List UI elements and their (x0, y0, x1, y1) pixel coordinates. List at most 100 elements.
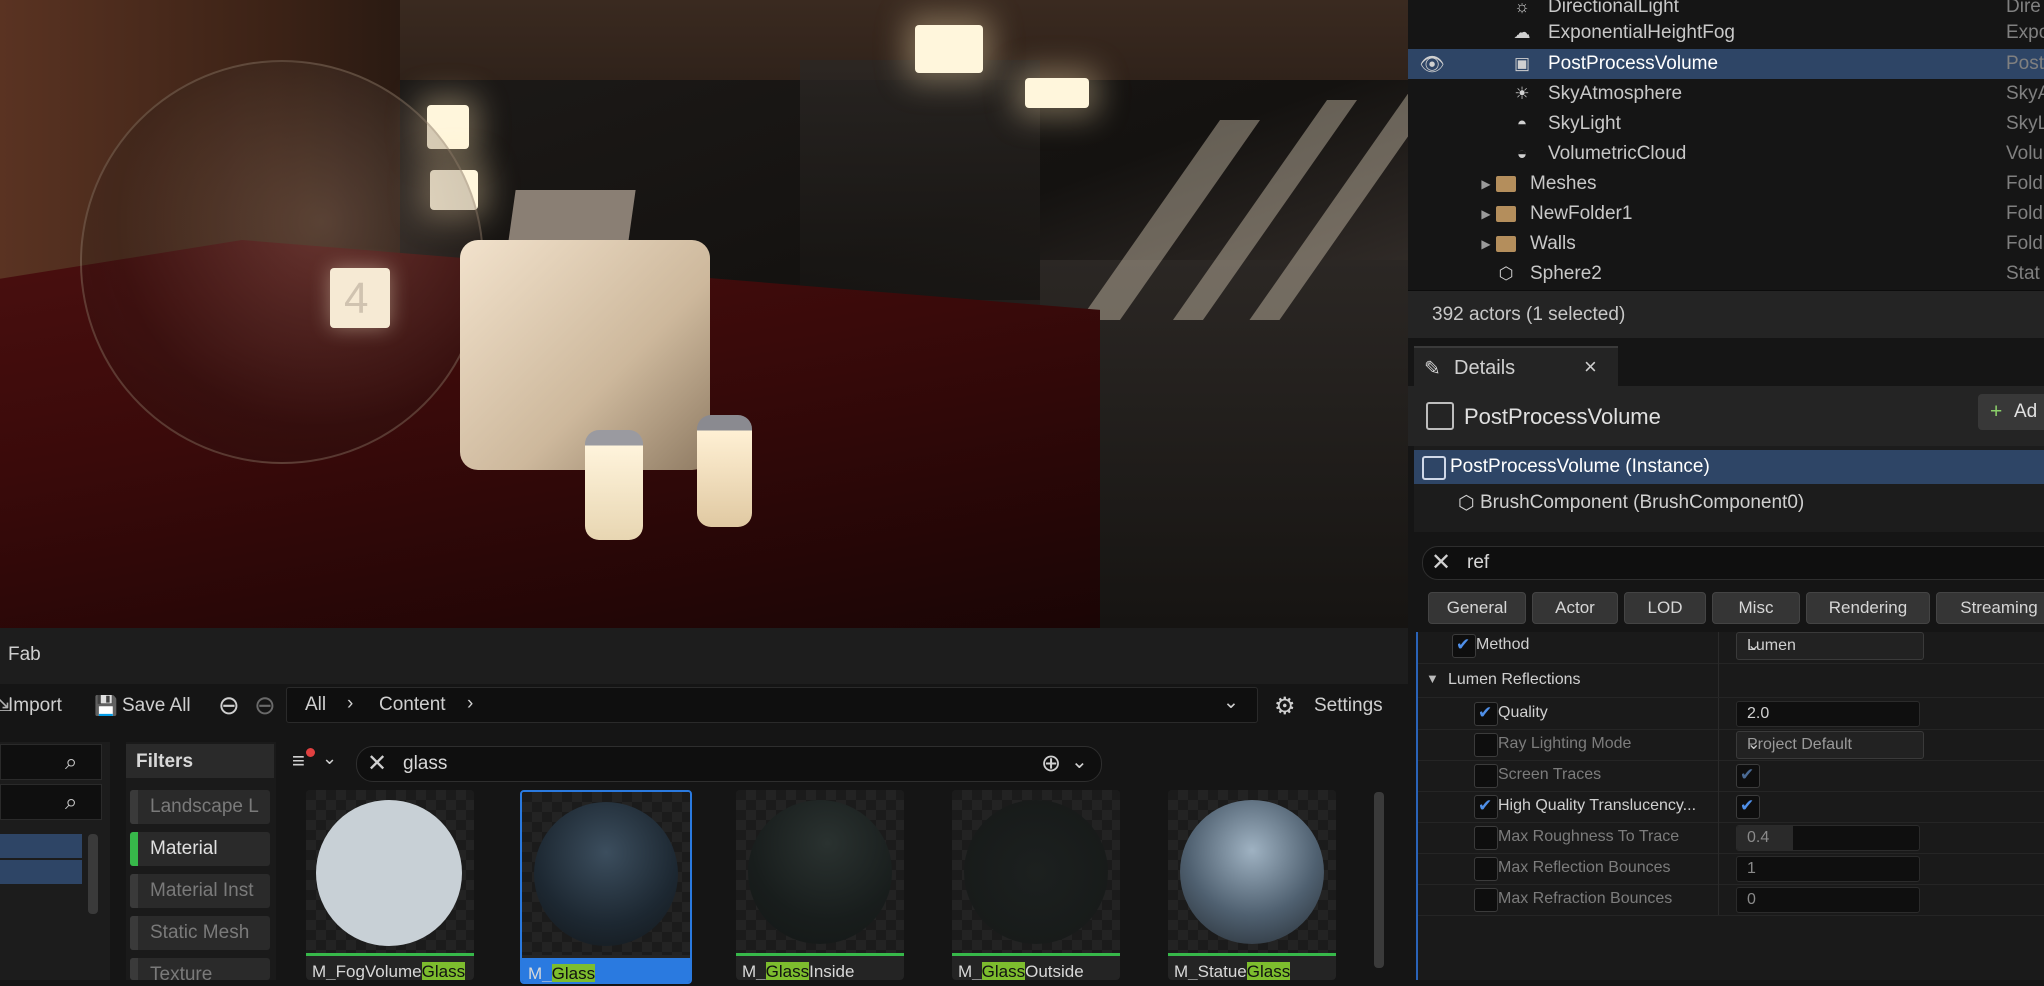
sources-search[interactable]: ⌕ (0, 744, 102, 780)
add-filter-icon[interactable]: ⊕ (1041, 749, 1061, 778)
expand-arrow-icon[interactable]: ▶ (1476, 174, 1496, 194)
filter-item-active[interactable]: Material (130, 832, 270, 866)
asset-search-input[interactable]: glass (403, 753, 447, 775)
outliner-row[interactable]: ◒ VolumetricCloud Volu (1408, 139, 2044, 169)
add-component-button[interactable]: + Ad (1978, 394, 2044, 430)
chevron-down-icon[interactable]: ⌄ (1223, 691, 1239, 714)
ray-lighting-override-checkbox[interactable] (1474, 733, 1498, 757)
filter-item[interactable]: Material Inst (130, 874, 270, 908)
chevron-down-icon[interactable]: ⌄ (1071, 749, 1088, 774)
expand-arrow-icon[interactable]: ▶ (1476, 204, 1496, 224)
method-dropdown[interactable]: Lumen ⌄ (1736, 632, 1924, 660)
pencil-icon: ✎ (1424, 358, 1441, 380)
asset-search[interactable]: ✕ glass ⊕ ⌄ (356, 746, 1102, 782)
outliner-row[interactable]: ☀ SkyAtmosphere SkyA (1408, 79, 2044, 109)
max-roughness-override-checkbox[interactable] (1474, 826, 1498, 850)
outliner-row[interactable]: ☁ ExponentialHeightFog Expo (1408, 18, 2044, 48)
asset-name: M_StatueGlass (1174, 962, 1291, 980)
material-preview-sphere (534, 802, 678, 946)
property-row-max-roughness: Max Roughness To Trace 0.4 (1418, 822, 2044, 854)
max-refraction-override-checkbox[interactable] (1474, 888, 1498, 912)
sky-atmosphere-icon: ☀ (1514, 84, 1530, 103)
collapse-arrow-icon: ▼ (1426, 671, 1439, 686)
outliner-row[interactable]: ◓ SkyLight SkyL (1408, 109, 2044, 139)
filter-lod-button[interactable]: LOD (1624, 592, 1706, 624)
asset-tile[interactable]: M_FogVolumeGlass (306, 790, 474, 980)
settings-button[interactable]: Settings (1314, 695, 1383, 717)
filter-item[interactable]: Texture (130, 958, 270, 985)
max-reflection-bounces-input[interactable]: 1 (1736, 856, 1920, 882)
asset-tile[interactable]: M_GlassOutside (952, 790, 1120, 980)
filter-general-button[interactable]: General (1428, 592, 1526, 624)
filter-streaming-button[interactable]: Streaming (1936, 592, 2044, 624)
clear-search-icon[interactable]: ✕ (367, 749, 387, 778)
collections-search[interactable]: ⌕ (0, 784, 102, 820)
method-override-checkbox[interactable] (1452, 634, 1476, 658)
details-search-input[interactable]: ref (1467, 552, 1489, 574)
candle-light (915, 25, 983, 73)
filter-active-dot (306, 748, 315, 757)
postprocess-icon (1426, 402, 1454, 430)
property-row-max-reflection-bounces: Max Reflection Bounces 1 (1418, 853, 2044, 885)
outliner-row[interactable]: ⬡ Sphere2 Stat (1408, 259, 2044, 289)
section-header[interactable]: ▼ Lumen Reflections (1418, 663, 2044, 698)
import-button[interactable]: Import (8, 695, 62, 717)
pepper-shaker (697, 415, 752, 527)
material-preview-sphere (748, 800, 892, 944)
outliner-row[interactable]: ▶ Meshes Fold (1408, 169, 2044, 199)
sun-icon: ☼ (1514, 0, 1530, 16)
details-search[interactable]: ✕ ref (1422, 546, 2044, 580)
salt-shaker (585, 430, 643, 540)
breadcrumb-separator-icon: › (467, 693, 474, 714)
ray-lighting-dropdown[interactable]: Project Default ⌄ (1736, 731, 1924, 759)
level-viewport[interactable]: 4 (0, 0, 1408, 628)
hq-translucency-override-checkbox[interactable] (1474, 795, 1498, 819)
chevron-down-icon[interactable]: ⌄ (322, 748, 337, 769)
max-reflection-override-checkbox[interactable] (1474, 857, 1498, 881)
filter-rendering-button[interactable]: Rendering (1806, 592, 1930, 624)
table-number-card: 4 (330, 268, 390, 328)
property-list: Method Lumen⌄ ▼ Lumen Reflections Qualit… (1416, 632, 2044, 980)
tab-fab[interactable]: Fab (8, 644, 41, 666)
asset-tile[interactable]: M_StatueGlass (1168, 790, 1336, 980)
filter-actor-button[interactable]: Actor (1532, 592, 1618, 624)
selected-folder-row[interactable] (0, 860, 82, 884)
forward-arrow-icon[interactable]: ⊖ (254, 690, 276, 721)
breadcrumb-all[interactable]: All (305, 694, 326, 716)
expand-arrow-icon[interactable]: ▶ (1476, 234, 1496, 254)
asset-tile[interactable]: M_GlassInside (736, 790, 904, 980)
screen-traces-checkbox[interactable] (1736, 764, 1760, 788)
close-icon[interactable]: × (1584, 354, 1597, 380)
save-all-button[interactable]: Save All (122, 695, 191, 717)
actor-count: 392 actors (1 selected) (1432, 304, 1626, 325)
filter-item[interactable]: Static Mesh (130, 916, 270, 950)
back-arrow-icon[interactable]: ⊖ (218, 690, 240, 721)
asset-scrollbar[interactable] (1374, 792, 1384, 968)
filter-list-icon[interactable]: ≡ (292, 748, 305, 774)
outliner-row[interactable]: ▶ NewFolder1 Fold (1408, 199, 2044, 229)
quality-input[interactable]: 2.0 (1736, 701, 1920, 727)
clear-search-icon[interactable]: ✕ (1431, 548, 1451, 577)
filter-misc-button[interactable]: Misc (1712, 592, 1800, 624)
max-roughness-input[interactable]: 0.4 (1736, 825, 1920, 851)
static-mesh-icon: ⬡ (1498, 264, 1514, 283)
actor-name: PostProcessVolume (1464, 404, 1661, 429)
folder-icon (1496, 174, 1516, 194)
component-row-selected[interactable]: PostProcessVolume (Instance) (1414, 450, 2044, 484)
breadcrumb-content[interactable]: Content (379, 694, 446, 716)
screen-traces-override-checkbox[interactable] (1474, 764, 1498, 788)
outliner-row-selected[interactable]: 👁 ▣ PostProcessVolume Post (1408, 49, 2044, 79)
property-row-ray-lighting: Ray Lighting Mode Project Default ⌄ (1418, 729, 2044, 761)
asset-tile-selected[interactable]: M_Glass (520, 790, 692, 984)
selected-folder-row[interactable] (0, 834, 82, 858)
max-refraction-bounces-input[interactable]: 0 (1736, 887, 1920, 913)
eye-icon[interactable]: 👁 (1419, 54, 1444, 76)
component-row[interactable]: ⬡ BrushComponent (BrushComponent0) (1414, 486, 2044, 520)
filter-item[interactable]: Landscape L (130, 790, 270, 824)
component-tree: PostProcessVolume (Instance) ⬡ BrushComp… (1414, 446, 2044, 532)
quality-override-checkbox[interactable] (1474, 702, 1498, 726)
hq-translucency-checkbox[interactable] (1736, 795, 1760, 819)
outliner-row[interactable]: ▶ Walls Fold (1408, 229, 2044, 259)
scrollbar[interactable] (88, 834, 98, 914)
tab-details[interactable]: ✎ Details × (1414, 346, 1618, 388)
